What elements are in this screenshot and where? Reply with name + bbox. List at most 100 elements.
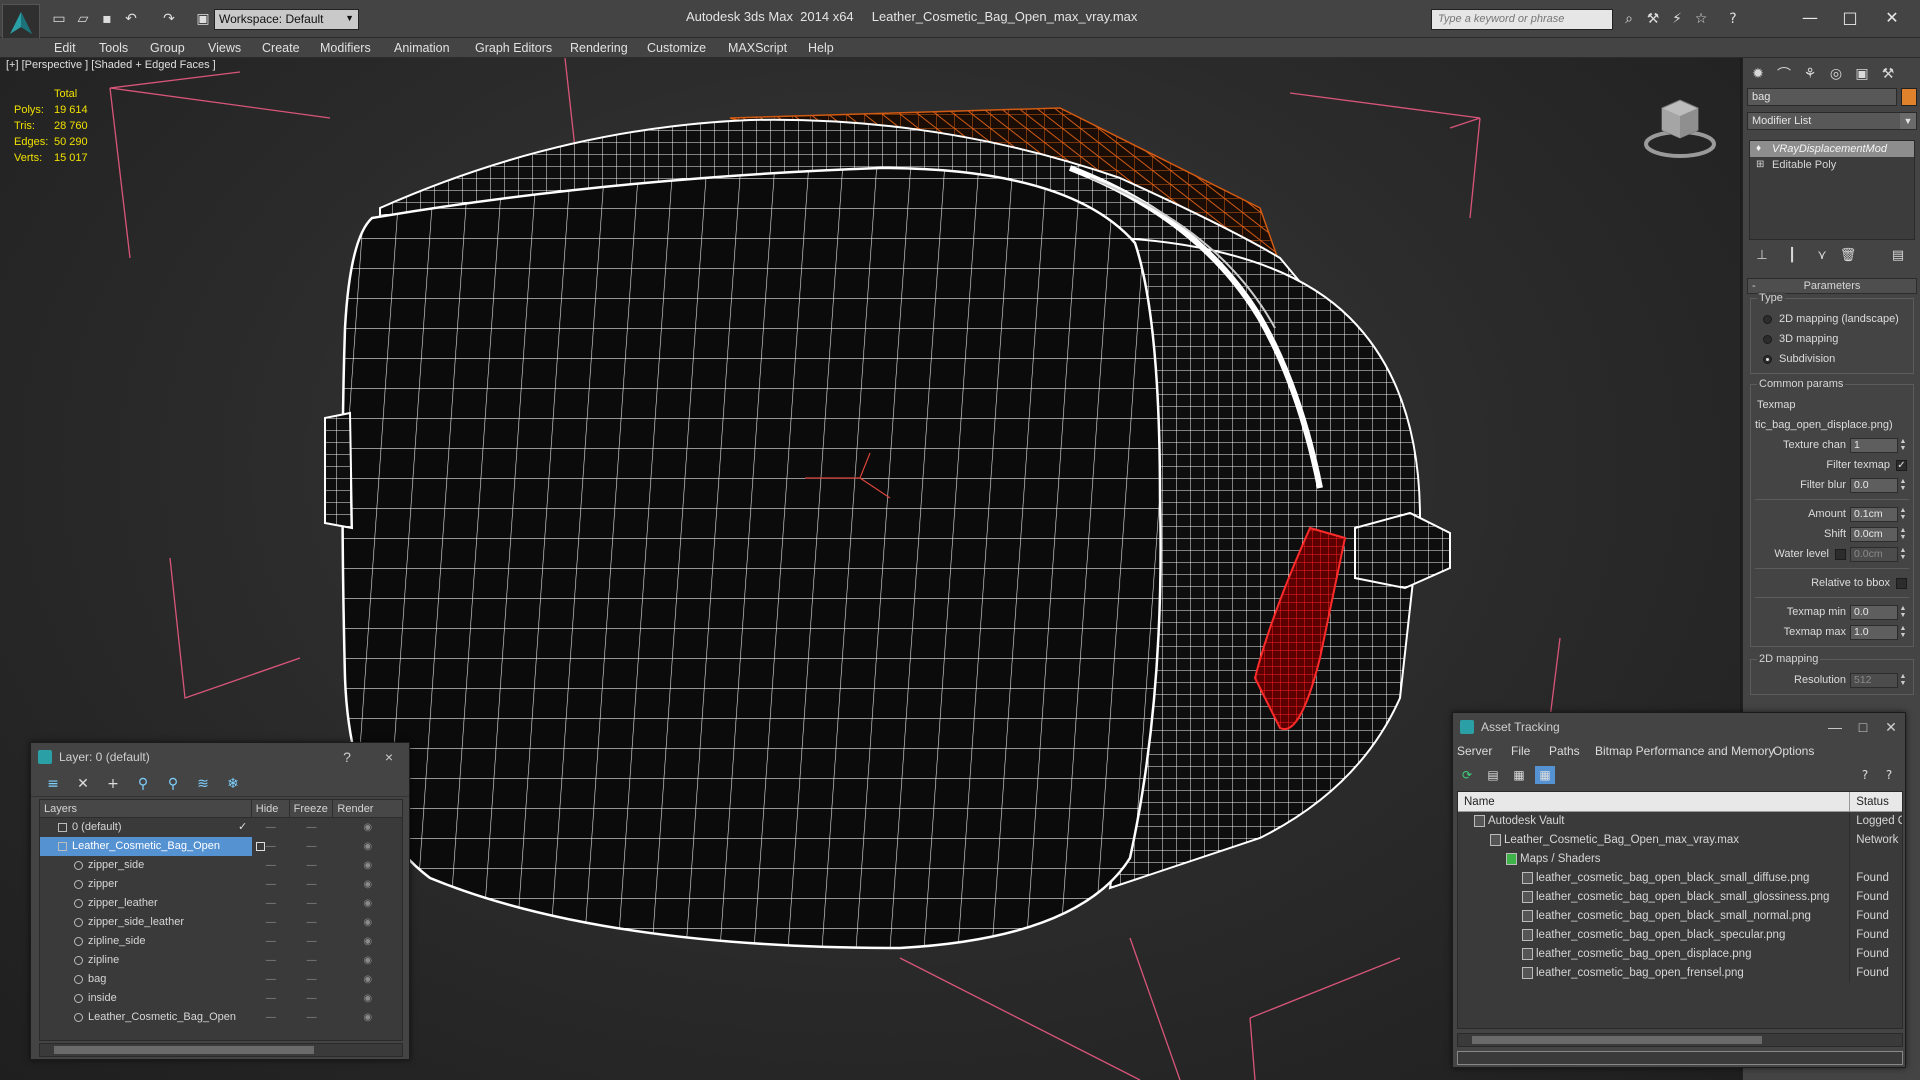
redo-icon[interactable]: ↷ [160, 10, 178, 28]
render-toggle[interactable]: ◉ [333, 989, 402, 1008]
menu-options[interactable]: Options [1773, 744, 1814, 758]
menu-maxscript[interactable]: MAXScript [728, 41, 787, 55]
communication-icon[interactable]: ⚡ [1668, 10, 1686, 28]
help-icon[interactable]: ? [1724, 10, 1742, 28]
layer-name[interactable]: Leather_Cosmetic_Bag_Open [40, 837, 252, 856]
layer-row[interactable]: zipper_leather — — ◉ [40, 894, 402, 913]
menu-rendering[interactable]: Rendering [570, 41, 628, 55]
utilities-tab-icon[interactable]: ⚒ [1877, 64, 1899, 84]
render-toggle[interactable]: ◉ [333, 856, 402, 875]
layer-row[interactable]: Leather_Cosmetic_Bag_Open — — ◉ [40, 1008, 402, 1027]
layer-name[interactable]: zipper_leather [40, 894, 252, 913]
layer-row[interactable]: zipper_side_leather — — ◉ [40, 913, 402, 932]
menu-modifiers[interactable]: Modifiers [320, 41, 371, 55]
binoculars-icon[interactable]: ⌕ [1620, 10, 1638, 28]
favorites-star-icon[interactable]: ☆ [1692, 10, 1710, 28]
menu-server[interactable]: Server [1457, 744, 1492, 758]
options-icon[interactable]: ? [1879, 766, 1899, 784]
close-button[interactable]: ✕ [1879, 713, 1903, 741]
radio-button[interactable] [1763, 334, 1772, 344]
asset-row[interactable]: leather_cosmetic_bag_open_black_small_no… [1458, 907, 1902, 926]
asset-name[interactable]: leather_cosmetic_bag_open_black_small_gl… [1458, 888, 1851, 907]
viewport-label[interactable]: [+] [Perspective ] [Shaded + Edged Faces… [6, 59, 216, 71]
hide-toggle[interactable]: — [252, 951, 290, 970]
radio-3d-mapping[interactable]: 3D mapping [1755, 329, 1909, 349]
workspace-dropdown[interactable]: Workspace: Default ▼ [214, 9, 359, 30]
spinner-icon[interactable]: ▲ ▼ [1899, 478, 1907, 492]
refresh-icon[interactable]: ⟳ [1457, 766, 1477, 784]
shift-field[interactable]: 0.0cm [1850, 526, 1898, 542]
maximize-button[interactable]: □ [1830, 4, 1870, 30]
asset-name[interactable]: leather_cosmetic_bag_open_frensel.png [1458, 964, 1851, 983]
column-header-render[interactable]: Render [333, 800, 402, 817]
hierarchy-tab-icon[interactable]: ⚘ [1799, 64, 1821, 84]
layer-name[interactable]: 0 (default) [40, 818, 252, 837]
menu-file[interactable]: File [1511, 744, 1530, 758]
viewcube-icon[interactable] [1640, 86, 1720, 166]
asset-name[interactable]: Maps / Shaders [1458, 850, 1851, 869]
spinner-icon[interactable]: ▲ ▼ [1899, 438, 1907, 452]
asset-name[interactable]: leather_cosmetic_bag_open_black_small_no… [1458, 907, 1851, 926]
freeze-toggle[interactable]: — [290, 989, 334, 1008]
search-input[interactable]: Type a keyword or phrase [1431, 9, 1613, 30]
modifier-list-dropdown[interactable]: Modifier List ▼ [1747, 112, 1917, 130]
create-tab-sun-icon[interactable]: ✹ [1747, 64, 1769, 84]
menu-animation[interactable]: Animation [394, 41, 450, 55]
asset-row[interactable]: Maps / Shaders [1458, 850, 1902, 869]
amount-field[interactable]: 0.1cm [1850, 506, 1898, 522]
render-toggle[interactable]: ◉ [333, 818, 402, 837]
asset-row[interactable]: Autodesk Vault Logged O [1458, 812, 1902, 831]
menu-graph-editors[interactable]: Graph Editors [475, 41, 552, 55]
configure-sets-icon[interactable]: ▤ [1889, 246, 1907, 264]
menu-create[interactable]: Create [262, 41, 300, 55]
layer-name[interactable]: zipper_side_leather [40, 913, 252, 932]
radio-2d-mapping[interactable]: 2D mapping (landscape) [1755, 309, 1909, 329]
project-folder-icon[interactable]: ▣ [194, 10, 212, 28]
column-header-status[interactable]: Status [1850, 792, 1902, 811]
horizontal-scrollbar[interactable] [39, 1043, 403, 1057]
close-button[interactable]: ✕ [1872, 4, 1912, 30]
make-unique-icon[interactable]: ⋎ [1813, 246, 1831, 264]
stack-item-editable-poly[interactable]: ⊞ Editable Poly [1750, 157, 1914, 173]
menu-views[interactable]: Views [208, 41, 241, 55]
asset-name[interactable]: Leather_Cosmetic_Bag_Open_max_vray.max [1458, 831, 1851, 850]
spinner-icon[interactable]: ▲ ▼ [1899, 507, 1907, 521]
hide-all-icon[interactable]: ≋ [193, 775, 213, 793]
asset-name[interactable]: Autodesk Vault [1458, 812, 1851, 831]
render-toggle[interactable]: ◉ [333, 970, 402, 989]
layer-name[interactable]: zipline [40, 951, 252, 970]
layer-name[interactable]: zipper_side [40, 856, 252, 875]
render-toggle[interactable]: ◉ [333, 837, 402, 856]
asset-row[interactable]: leather_cosmetic_bag_open_frensel.png Fou… [1458, 964, 1902, 983]
minimize-button[interactable]: — [1823, 713, 1847, 741]
column-header-freeze[interactable]: Freeze [290, 800, 334, 817]
list-view-icon[interactable]: ▤ [1483, 766, 1503, 784]
asset-name[interactable]: leather_cosmetic_bag_open_black_small_di… [1458, 869, 1851, 888]
menu-bitmap-performance[interactable]: Bitmap Performance and Memory [1595, 744, 1774, 758]
render-toggle[interactable]: ◉ [333, 875, 402, 894]
lightbulb-icon[interactable]: ♦ [1756, 143, 1766, 154]
freeze-toggle[interactable]: — [290, 1008, 334, 1027]
show-end-result-icon[interactable]: ┃ [1783, 246, 1801, 264]
hide-toggle[interactable]: — [252, 894, 290, 913]
resolution-field[interactable]: 512 [1850, 672, 1898, 688]
freeze-toggle[interactable]: — [290, 970, 334, 989]
hide-toggle[interactable]: — [252, 856, 290, 875]
menu-edit[interactable]: Edit [54, 41, 76, 55]
layer-row[interactable]: zipper — — ◉ [40, 875, 402, 894]
maximize-button[interactable]: □ [1851, 713, 1875, 741]
scrollbar-thumb[interactable] [54, 1046, 314, 1054]
minimize-button[interactable]: — [1790, 4, 1830, 30]
asset-row[interactable]: leather_cosmetic_bag_open_black_small_di… [1458, 869, 1902, 888]
layer-row[interactable]: zipper_side — — ◉ [40, 856, 402, 875]
spinner-icon[interactable]: ▲ ▼ [1899, 547, 1907, 561]
radio-button[interactable] [1763, 314, 1772, 324]
freeze-toggle[interactable]: — [290, 894, 334, 913]
freeze-all-icon[interactable]: ❄ [223, 775, 243, 793]
spinner-icon[interactable]: ▲ ▼ [1899, 673, 1907, 687]
spinner-icon[interactable]: ▲ ▼ [1899, 605, 1907, 619]
layer-name[interactable]: Leather_Cosmetic_Bag_Open [40, 1008, 252, 1027]
asset-dialog-titlebar[interactable]: Asset Tracking — □ ✕ [1453, 713, 1905, 741]
asset-row[interactable]: leather_cosmetic_bag_open_black_specular… [1458, 926, 1902, 945]
layer-row[interactable]: zipline — — ◉ [40, 951, 402, 970]
